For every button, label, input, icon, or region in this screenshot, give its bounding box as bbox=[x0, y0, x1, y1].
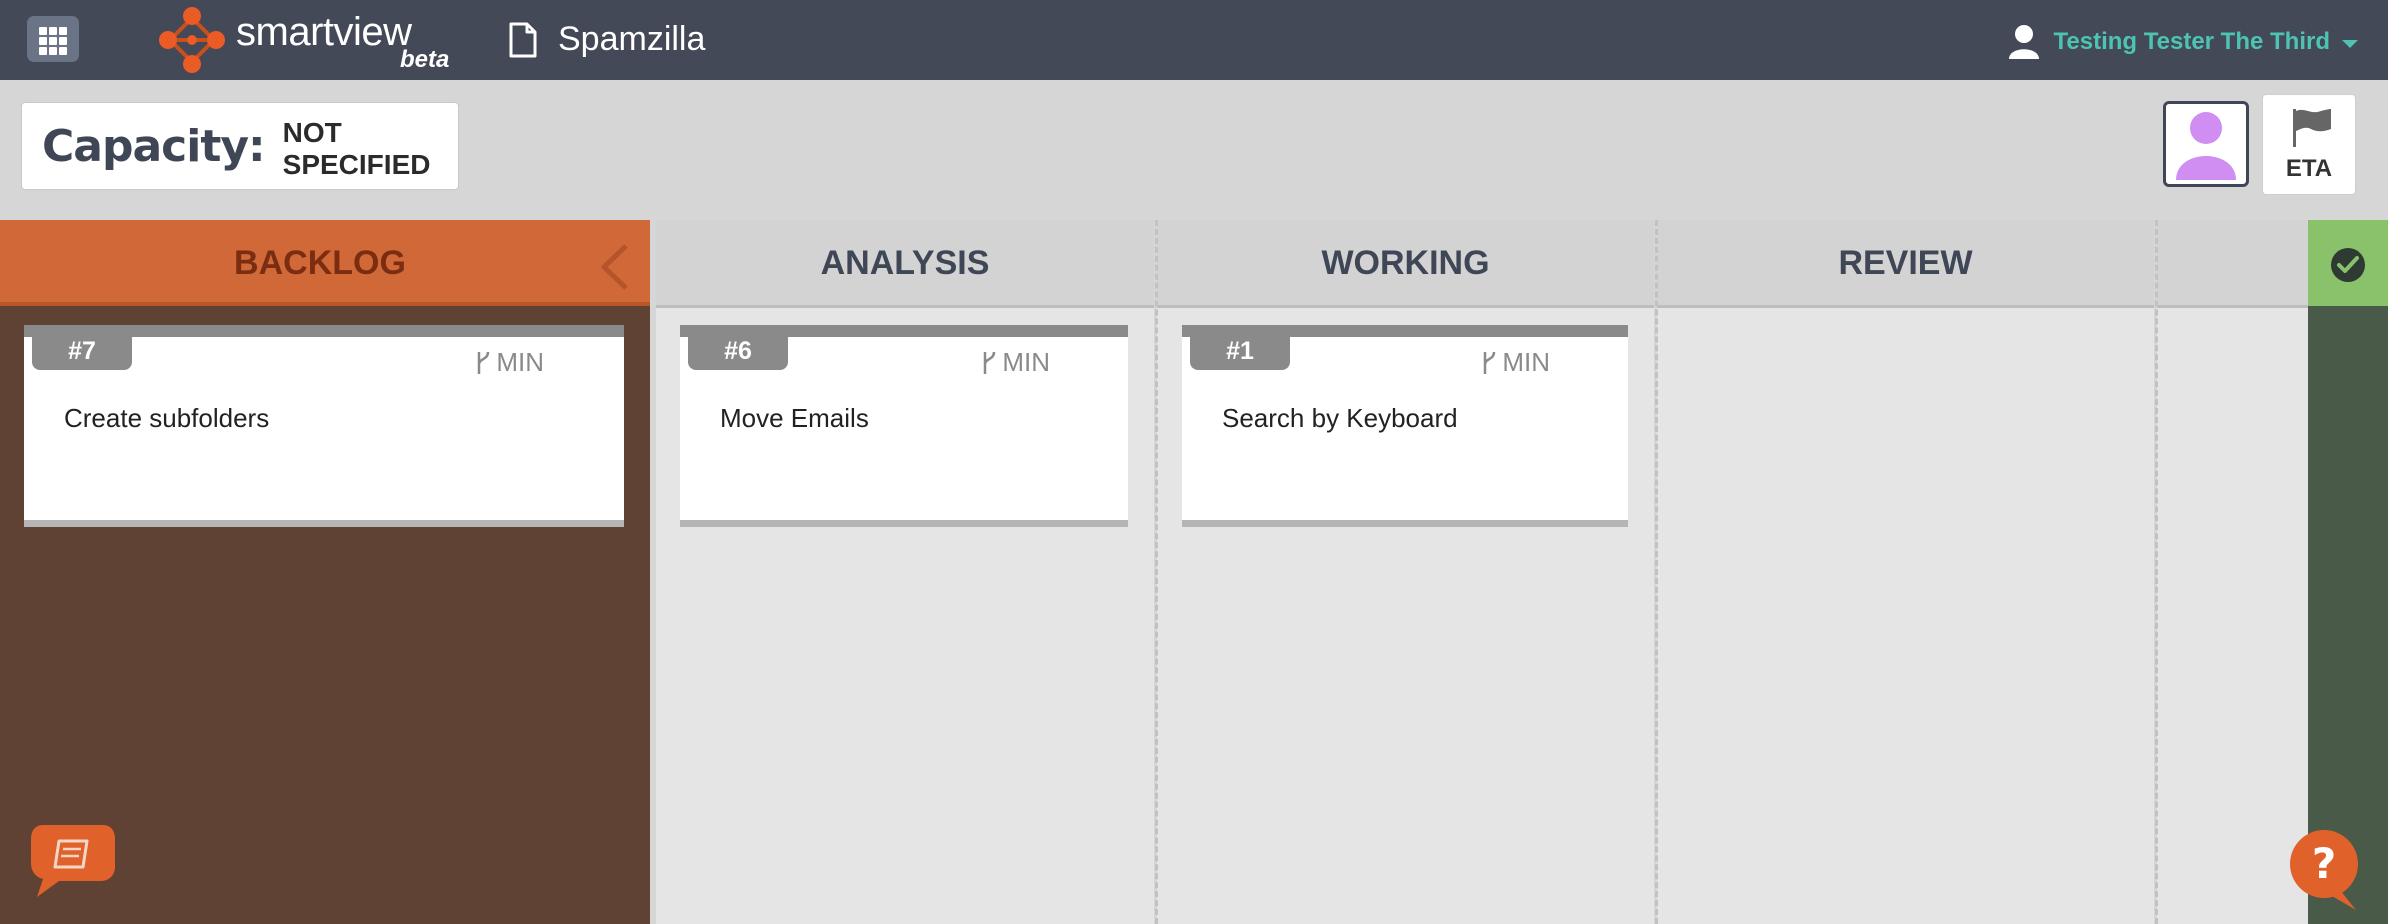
card-id-badge: #7 bbox=[32, 334, 132, 370]
column-header-working: WORKING bbox=[1157, 220, 1654, 308]
column-header-backlog: BACKLOG bbox=[0, 220, 650, 306]
card-estimate: MIN bbox=[1480, 347, 1550, 378]
user-avatar-icon bbox=[2176, 112, 2236, 180]
caret-down-icon bbox=[2342, 40, 2358, 48]
column-divider bbox=[1655, 220, 1658, 924]
card-estimate-label: MIN bbox=[496, 347, 544, 377]
user-name: Testing Tester The Third bbox=[2053, 28, 2330, 55]
flag-icon bbox=[2293, 109, 2331, 147]
branch-icon bbox=[984, 351, 996, 374]
column-title: WORKING bbox=[1321, 244, 1490, 282]
eta-button[interactable]: ETA bbox=[2262, 94, 2356, 195]
column-title: REVIEW bbox=[1838, 244, 1973, 282]
story-card[interactable]: #7 MIN Create subfolders bbox=[24, 325, 624, 527]
capacity-panel[interactable]: Capacity: NOT SPECIFIED bbox=[21, 102, 459, 190]
apps-menu-button[interactable] bbox=[27, 16, 79, 62]
eta-label: ETA bbox=[2285, 155, 2333, 182]
card-estimate-label: MIN bbox=[1502, 347, 1550, 377]
column-title: BACKLOG bbox=[234, 244, 406, 282]
done-column-header[interactable] bbox=[2308, 220, 2388, 306]
column-header-next bbox=[2157, 220, 2308, 308]
project-title[interactable]: Spamzilla bbox=[558, 20, 705, 59]
document-icon bbox=[509, 22, 537, 58]
done-column-collapsed[interactable] bbox=[2308, 220, 2388, 924]
help-question-icon[interactable]: ? bbox=[2286, 828, 2362, 912]
card-estimate-label: MIN bbox=[1002, 347, 1050, 377]
column-title: ANALYSIS bbox=[820, 244, 990, 282]
user-menu[interactable]: Testing Tester The Third bbox=[2008, 22, 2358, 62]
card-id-badge: #1 bbox=[1190, 334, 1290, 370]
app-logo-text[interactable]: smartview bbox=[236, 10, 412, 55]
capacity-value: NOT SPECIFIED bbox=[282, 117, 431, 180]
feedback-book-icon[interactable] bbox=[29, 823, 117, 899]
card-id-badge: #6 bbox=[688, 334, 788, 370]
smartview-logo-icon[interactable] bbox=[156, 4, 228, 76]
column-next bbox=[2157, 220, 2308, 924]
branch-icon bbox=[478, 351, 490, 374]
card-title: Search by Keyboard bbox=[1222, 403, 1458, 433]
card-title: Create subfolders bbox=[64, 403, 270, 433]
assignee-filter-button[interactable] bbox=[2163, 101, 2249, 187]
card-estimate: MIN bbox=[980, 347, 1050, 378]
beta-badge: beta bbox=[400, 46, 450, 73]
column-header-analysis: ANALYSIS bbox=[656, 220, 1154, 308]
top-navigation-bar: smartview beta Spamzilla Testing Tester … bbox=[0, 0, 2388, 80]
chevron-left-icon[interactable] bbox=[598, 242, 632, 292]
story-card[interactable]: #6 MIN Move Emails bbox=[680, 325, 1128, 527]
card-title: Move Emails bbox=[720, 403, 869, 433]
column-divider bbox=[1155, 220, 1158, 924]
column-divider bbox=[2155, 220, 2158, 924]
column-header-review: REVIEW bbox=[1657, 220, 2154, 308]
column-review: REVIEW bbox=[1657, 220, 2154, 924]
user-icon bbox=[2008, 25, 2039, 59]
svg-text:?: ? bbox=[2312, 839, 2336, 888]
story-card[interactable]: #1 MIN Search by Keyboard bbox=[1182, 325, 1628, 527]
checkmark-icon bbox=[2331, 248, 2365, 282]
card-estimate: MIN bbox=[474, 347, 544, 378]
capacity-label: Capacity: bbox=[42, 120, 266, 172]
branch-icon bbox=[1484, 351, 1496, 374]
